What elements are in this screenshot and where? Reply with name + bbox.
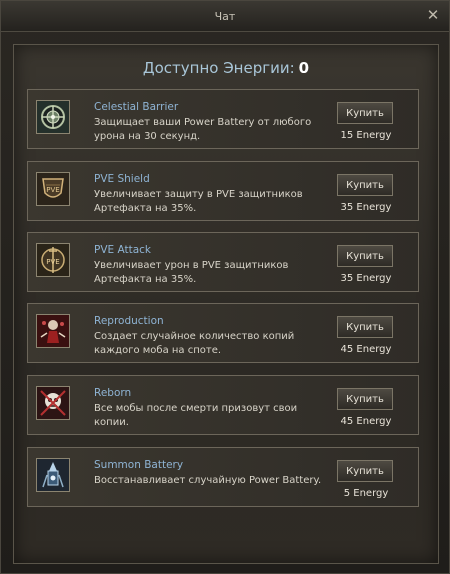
reproduction-icon [36, 314, 70, 348]
buy-button[interactable]: Купить [337, 460, 393, 482]
item-description: Восстанавливает случайную Power Battery. [94, 475, 322, 486]
buy-button[interactable]: Купить [337, 102, 393, 124]
item-name: Celestial Barrier [94, 101, 179, 113]
shop-item-reproduction: Reproduction Создает случайное количеств… [27, 303, 419, 363]
item-description: Создает случайное количество копий каждо… [94, 331, 295, 356]
item-cost: 35 Energy [340, 202, 392, 213]
item-name: PVE Shield [94, 173, 150, 185]
item-cost: 45 Energy [340, 416, 392, 427]
item-cost: 45 Energy [340, 344, 392, 355]
summon-battery-icon [36, 458, 70, 492]
celestial-barrier-icon [36, 100, 70, 134]
title-bar[interactable]: Чат ✕ [1, 1, 449, 32]
buy-button[interactable]: Купить [337, 174, 393, 196]
energy-value: 0 [298, 59, 310, 77]
item-description: Все мобы после смерти призовут свои копи… [94, 403, 298, 428]
shop-item-summon-battery: Summon Battery Восстанавливает случайную… [27, 447, 419, 507]
item-cost: 15 Energy [340, 130, 392, 141]
item-description: Защищает ваши Power Battery от любого ур… [94, 117, 312, 142]
shop-item-pve-shield: PVE PVE Shield Увеличивает защиту в PVE … [27, 161, 419, 221]
energy-status: Доступно Энергии: 0 [14, 59, 438, 77]
item-description: Увеличивает урон в PVE защитников Артефа… [94, 260, 289, 285]
buy-button[interactable]: Купить [337, 245, 393, 267]
pve-shield-icon: PVE [36, 172, 70, 206]
reborn-icon [36, 386, 70, 420]
shop-item-pve-attack: PVE PVE Attack Увеличивает урон в PVE за… [27, 232, 419, 292]
energy-label: Доступно Энергии: [142, 59, 295, 77]
item-cost: 35 Energy [340, 273, 392, 284]
shop-item-reborn: Reborn Все мобы после смерти призовут св… [27, 375, 419, 435]
svg-text:PVE: PVE [46, 186, 59, 194]
item-name: PVE Attack [94, 244, 152, 256]
pve-attack-icon: PVE [36, 243, 70, 277]
item-name: Summon Battery [94, 459, 184, 471]
item-description: Увеличивает защиту в PVE защитников Арте… [94, 189, 303, 214]
buy-button[interactable]: Купить [337, 316, 393, 338]
svg-text:PVE: PVE [46, 258, 59, 266]
window-title: Чат [214, 10, 236, 23]
item-name: Reborn [94, 387, 132, 399]
chat-window: Чат ✕ Доступно Энергии: 0 Celestial Barri… [0, 0, 450, 574]
item-cost: 5 Energy [343, 488, 389, 499]
buy-button[interactable]: Купить [337, 388, 393, 410]
close-icon[interactable]: ✕ [425, 7, 441, 23]
item-name: Reproduction [94, 315, 164, 327]
shop-item-celestial-barrier: Celestial Barrier Защищает ваши Power Ba… [27, 89, 419, 149]
